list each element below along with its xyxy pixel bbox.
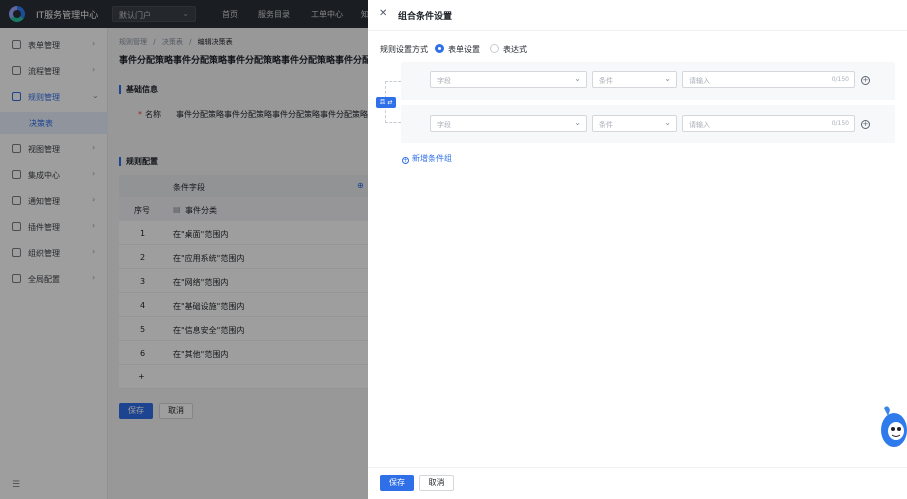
add-condition-group-button[interactable]: + 新增条件组 bbox=[402, 153, 452, 164]
field-select-placeholder: 字段 bbox=[437, 77, 451, 85]
field-select[interactable]: 字段 ⌄ bbox=[430, 71, 587, 88]
operator-select[interactable]: 条件 ⌄ bbox=[592, 71, 677, 88]
drawer-cancel-button[interactable]: 取消 bbox=[419, 475, 454, 491]
assistant-mascot-icon[interactable] bbox=[878, 404, 907, 450]
add-group-label: 新增条件组 bbox=[412, 154, 452, 163]
operator-select-placeholder: 条件 bbox=[599, 121, 613, 129]
radio-form-mode-label[interactable]: 表单设置 bbox=[448, 44, 480, 55]
close-icon[interactable]: ✕ bbox=[379, 8, 387, 19]
chevron-down-icon: ⌄ bbox=[574, 118, 581, 127]
value-input[interactable]: 请输入 0/150 bbox=[682, 115, 855, 132]
plus-circle-icon: + bbox=[402, 157, 409, 164]
chevron-down-icon: ⌄ bbox=[664, 118, 671, 127]
field-select[interactable]: 字段 ⌄ bbox=[430, 115, 587, 132]
radio-form-mode[interactable] bbox=[435, 44, 444, 53]
chevron-down-icon: ⌄ bbox=[574, 74, 581, 83]
drawer-footer: 保存 取消 bbox=[368, 467, 907, 499]
char-count: 0/150 bbox=[831, 76, 849, 83]
drawer-title: 组合条件设置 bbox=[398, 12, 453, 22]
radio-expression-mode[interactable] bbox=[490, 44, 499, 53]
field-select-placeholder: 字段 bbox=[437, 121, 451, 129]
drawer-save-button[interactable]: 保存 bbox=[380, 475, 414, 491]
mode-label: 规则设置方式 bbox=[380, 45, 428, 54]
and-toggle-badge[interactable]: 且 ⇄ bbox=[376, 97, 396, 108]
char-count: 0/150 bbox=[831, 120, 849, 127]
radio-expression-mode-label[interactable]: 表达式 bbox=[503, 44, 527, 55]
condition-drawer: ✕ 组合条件设置 规则设置方式 表单设置 表达式 且 ⇄ 字段 ⌄ 条件 ⌄ 请… bbox=[368, 0, 907, 499]
modal-mask[interactable] bbox=[0, 0, 368, 499]
value-input-placeholder: 请输入 bbox=[689, 77, 710, 85]
value-input-placeholder: 请输入 bbox=[689, 121, 710, 129]
chevron-down-icon: ⌄ bbox=[664, 74, 671, 83]
add-condition-icon[interactable]: + bbox=[861, 76, 870, 85]
add-condition-icon[interactable]: + bbox=[861, 120, 870, 129]
operator-select-placeholder: 条件 bbox=[599, 77, 613, 85]
drawer-divider bbox=[368, 30, 907, 31]
value-input[interactable]: 请输入 0/150 bbox=[682, 71, 855, 88]
operator-select[interactable]: 条件 ⌄ bbox=[592, 115, 677, 132]
